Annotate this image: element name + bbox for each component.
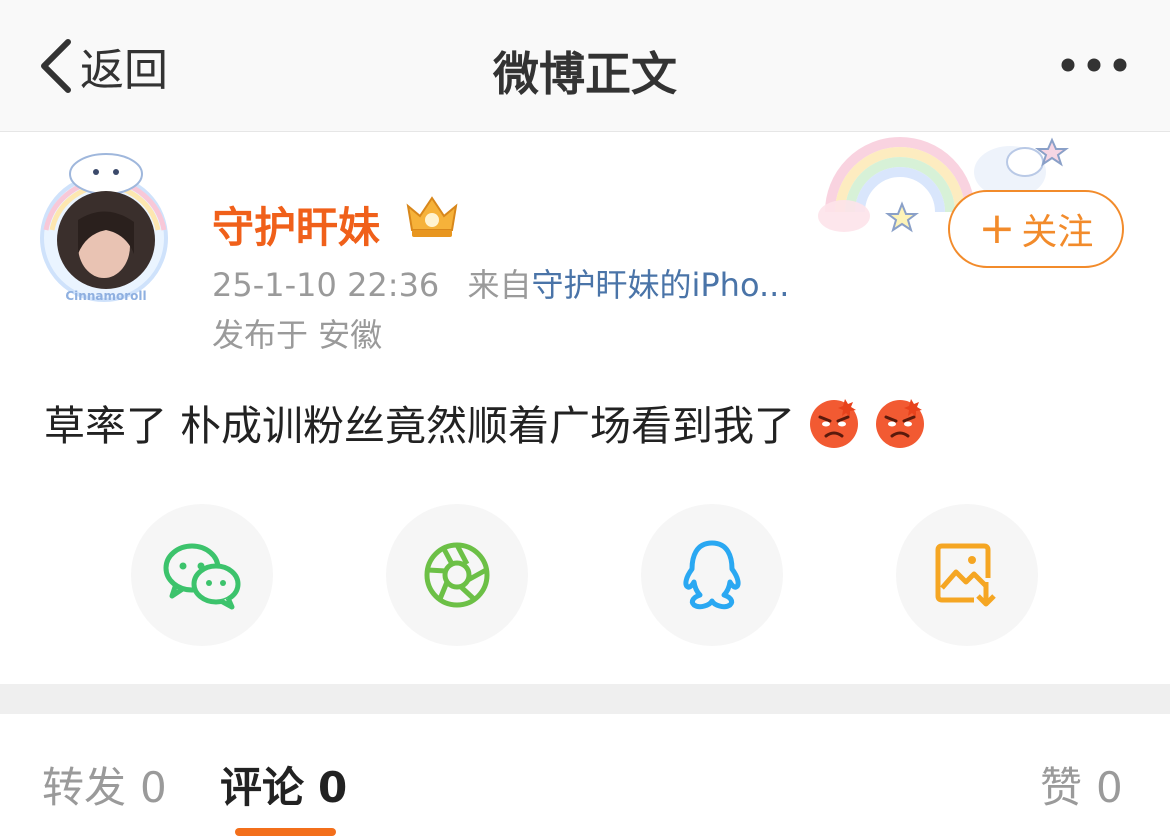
follow-label: 关注 bbox=[1021, 212, 1094, 253]
plus-icon: + bbox=[978, 203, 1016, 254]
post-source[interactable]: 守护盰妹的iPho... bbox=[531, 266, 789, 304]
interaction-tabs: 转发 0 评论 0 赞0 bbox=[0, 714, 1170, 839]
page-title: 微博正文 bbox=[493, 47, 677, 101]
save-image-button[interactable] bbox=[896, 504, 1038, 646]
avatar[interactable]: Cinnamoroll bbox=[34, 150, 180, 308]
crown-badge-icon bbox=[406, 196, 458, 237]
tab-like[interactable]: 赞0 bbox=[1040, 754, 1123, 815]
wechat-icon bbox=[163, 543, 241, 610]
tab-comment-label: 评论 bbox=[220, 763, 305, 812]
angry-face-emoji bbox=[876, 399, 925, 448]
post-meta: 25-1-10 22:36 来自守护盰妹的iPho... bbox=[212, 260, 789, 306]
post-text: 草率了 朴成训粉丝竟然顺着广场看到我了 bbox=[44, 402, 796, 450]
post-location: 发布于 安徽 bbox=[212, 316, 383, 354]
svg-text:Cinnamoroll: Cinnamoroll bbox=[65, 289, 146, 303]
follow-button[interactable]: + 关注 bbox=[948, 190, 1124, 268]
angry-face-emoji bbox=[810, 399, 859, 448]
share-qq-button[interactable] bbox=[641, 504, 783, 646]
source-prefix: 来自 bbox=[467, 266, 532, 304]
username[interactable]: 守护盰妹 bbox=[212, 194, 380, 255]
share-moments-button[interactable] bbox=[386, 504, 528, 646]
post-timestamp: 25-1-10 22:36 bbox=[212, 266, 440, 304]
save-image-icon bbox=[935, 543, 996, 607]
tab-comment-count: 0 bbox=[318, 763, 348, 812]
tab-like-label: 赞 bbox=[1040, 763, 1083, 812]
post-content: 草率了 朴成训粉丝竟然顺着广场看到我了 bbox=[44, 392, 927, 452]
tab-repost-label: 转发 bbox=[42, 763, 127, 812]
share-wechat-button[interactable] bbox=[131, 504, 273, 646]
nav-bar: 返回 微博正文 bbox=[0, 0, 1170, 132]
qq-icon bbox=[683, 540, 741, 610]
tab-comment[interactable]: 评论 0 bbox=[220, 754, 347, 815]
section-divider bbox=[0, 684, 1170, 714]
more-icon[interactable] bbox=[1056, 50, 1132, 80]
tab-repost[interactable]: 转发 0 bbox=[42, 754, 167, 815]
tab-like-count: 0 bbox=[1096, 763, 1123, 812]
moments-icon bbox=[424, 542, 490, 608]
post-card: Cinnamoroll 守护盰妹 25-1-10 22:36 来自守护盰妹的iP… bbox=[0, 132, 1170, 684]
active-tab-indicator bbox=[235, 828, 336, 836]
tab-repost-count: 0 bbox=[140, 763, 167, 812]
